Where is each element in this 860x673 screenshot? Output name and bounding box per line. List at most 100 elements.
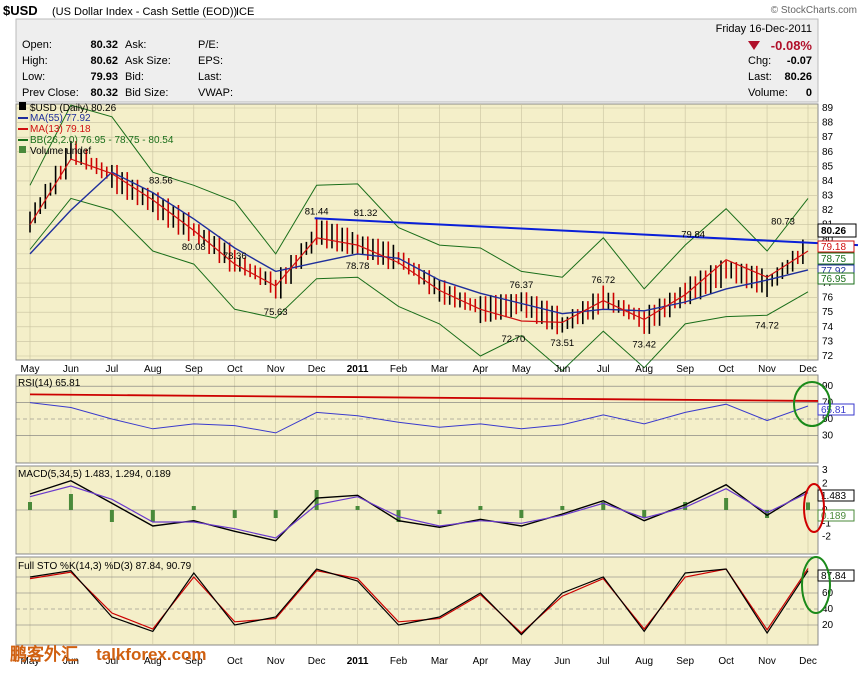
footer-logo-cn: 鹏客外汇 [10,644,78,664]
x-tick-label-bottom: Oct [227,656,243,667]
high-label: High: [22,55,48,67]
x-tick-label-bottom: 2011 [347,656,369,667]
macd-tag: 1.483 [821,491,846,502]
ticker: $USD [3,3,38,18]
legend-bb: BB(26,2.0) 76.95 - 78.75 - 80.54 [30,135,174,146]
open-label: Open: [22,39,52,51]
chg-label: Chg: [748,55,771,67]
price-annotation: 83.56 [149,175,173,186]
price-annotation: 74.72 [755,320,779,331]
macd-hist-bar [642,510,647,518]
sto-y-tick: 20 [822,620,834,631]
header: $USD (US Dollar Index - Cash Settle (EOD… [3,3,857,18]
y-tick-label: 73 [822,336,834,347]
x-tick-label: Aug [635,364,653,375]
x-tick-label: Mar [431,364,449,375]
high-value: 80.62 [90,55,118,67]
volume-legend-icon [19,146,26,153]
x-tick-label-bottom: Oct [718,656,734,667]
x-tick-label: Jul [105,364,118,375]
macd-hist-bar [437,510,442,514]
price-annotation: 80.08 [182,242,206,253]
price-annotation: 72.70 [501,334,525,345]
x-tick-label: Oct [718,364,734,375]
legend-sto: Full STO %K(14,3) %D(3) 87.84, 90.79 [18,561,192,572]
price-annotation: 78.36 [223,251,247,262]
volume-label: Volume: [748,87,788,99]
x-tick-label: Nov [267,364,285,375]
x-tick-label-bottom: Aug [635,656,653,667]
price-tag-ma13: 79.18 [821,242,846,253]
x-tick-label-bottom: Mar [431,656,449,667]
price-annotation: 81.32 [354,208,378,219]
watermark: © StockCharts.com [771,5,857,16]
price-annotation: 73.51 [550,338,574,349]
price-annotation: 78.78 [346,261,370,272]
x-tick-label-bottom: Sep [676,656,694,667]
vwap-label: VWAP: [198,87,233,99]
x-tick-label: Nov [758,364,776,375]
chart-canvas: $USD (US Dollar Index - Cash Settle (EOD… [3,3,859,667]
macd-hist-bar [28,502,32,510]
price-annotation: 79.84 [681,230,705,241]
description: (US Dollar Index - Cash Settle (EOD)) [52,6,237,18]
last2-label: Last: [748,71,772,83]
x-tick-label: Aug [144,364,162,375]
macd-hist-bar [232,510,237,518]
candle-legend-icon [19,102,26,110]
price-tag-last: 80.26 [821,226,846,237]
macd-hist-bar [150,510,155,522]
y-tick-label: 87 [822,132,834,143]
macd-hist-bar [519,510,524,518]
y-tick-label: 72 [822,351,834,362]
y-tick-label: 75 [822,307,834,318]
macd-hist-bar [724,498,729,510]
y-tick-label: 74 [822,322,834,333]
x-tick-label: Sep [185,364,203,375]
bid-size-label: Bid Size: [125,87,168,99]
quote-box: Open: 80.32 High: 80.62 Low: 79.93 Prev … [15,18,819,103]
pe-label: P/E: [198,39,219,51]
y-tick-label: 76 [822,293,834,304]
price-annotation: 73.42 [632,339,656,350]
open-value: 80.32 [90,39,118,51]
sto-tag: 87.84 [821,571,846,582]
volume-value: 0 [806,87,812,99]
eps-label: EPS: [198,55,223,67]
y-tick-label: 83 [822,191,834,202]
bid-label: Bid: [125,71,144,83]
price-annotation: 76.37 [509,280,533,291]
x-tick-label-bottom: Jun [554,656,570,667]
x-tick-label: Jun [63,364,79,375]
change-pct: -0.08% [771,38,813,53]
legend-rsi: RSI(14) 65.81 [18,378,81,389]
macd-y-tick: 3 [822,465,828,476]
x-tick-label-bottom: Nov [267,656,285,667]
legend-volume: Volume undef [30,146,91,157]
macd-y-tick: 2 [822,478,828,489]
price-annotation: 80.73 [771,217,795,228]
quote-date: Friday 16-Dec-2011 [716,23,812,35]
y-tick-label: 89 [822,103,834,114]
macd-hist-bar [109,510,114,522]
x-tick-label: Sep [676,364,694,375]
y-tick-label: 86 [822,147,834,158]
low-label: Low: [22,71,45,83]
y-tick-label: 85 [822,161,834,172]
x-tick-label: May [512,364,531,375]
prev-close-value: 80.32 [90,87,118,99]
price-annotation: 75.63 [264,307,288,318]
footer: 鹏客外汇 talkforex.com [10,644,207,664]
footer-site: talkforex.com [96,645,207,664]
legend-ma55: MA(55) 77.92 [30,113,91,124]
price-annotation: 81.44 [305,206,329,217]
macd-hist-bar [355,506,360,510]
rsi-tag: 65.81 [821,405,846,416]
y-tick-label: 84 [822,176,834,187]
last-label: Last: [198,71,222,83]
macd-hist-bar [191,506,196,510]
legend-ma13: MA(13) 79.18 [30,124,91,135]
x-tick-label: May [21,364,40,375]
x-tick-label: Feb [390,364,408,375]
macd-hist-bar [273,510,278,518]
